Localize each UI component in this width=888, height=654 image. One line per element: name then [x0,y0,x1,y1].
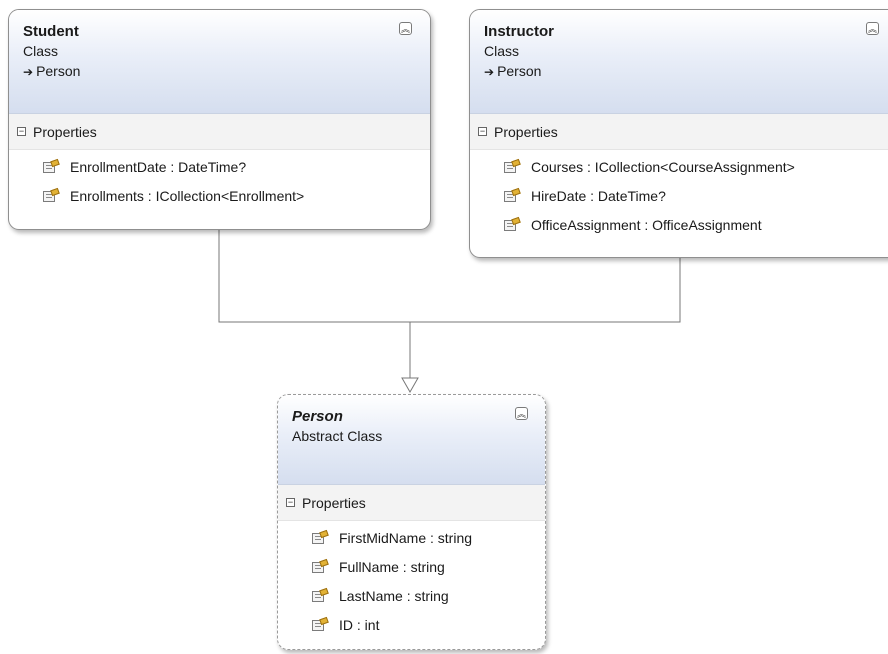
property-icon [312,587,329,603]
property-text: EnrollmentDate : DateTime? [70,158,247,175]
property-icon [43,187,60,203]
property-icon [43,158,60,174]
instructor-class-box[interactable]: Instructor Class ➔ Person ︽ − Properties C… [469,9,888,258]
property-list: EnrollmentDate : DateTime? Enrollments :… [9,150,430,210]
property-text: LastName : string [339,587,449,604]
minus-box-icon[interactable]: − [478,127,487,136]
property-text: OfficeAssignment : OfficeAssignment [531,216,762,233]
inheritance-arrowhead [401,377,419,394]
person-header: Person Abstract Class ︽ [278,395,545,485]
class-name: Instructor [484,23,555,40]
property-text: FirstMidName : string [339,529,473,546]
arrow-right-icon: ➔ [484,65,495,79]
minus-box-icon[interactable]: − [286,498,295,507]
base-class-name: Person [497,63,542,79]
property-row[interactable]: FullName : string [278,552,545,581]
base-class: ➔ Person [23,61,416,82]
property-row[interactable]: FirstMidName : string [278,523,545,552]
property-text: Enrollments : ICollection<Enrollment> [70,187,305,204]
property-row[interactable]: LastName : string [278,581,545,610]
double-chevron-up-icon[interactable]: ︽ [399,22,412,35]
person-class-box[interactable]: Person Abstract Class ︽ − Properties Firs… [277,394,546,650]
property-row[interactable]: EnrollmentDate : DateTime? [9,152,430,181]
arrow-right-icon: ➔ [23,65,34,79]
properties-section-header[interactable]: − Properties [9,114,430,150]
property-text: ID : int [339,616,380,633]
property-list: Courses : ICollection<CourseAssignment> … [470,150,888,239]
property-icon [312,529,329,545]
class-kind: Class [484,43,520,59]
property-text: HireDate : DateTime? [531,187,666,204]
section-label: Properties [302,494,366,511]
properties-section-header[interactable]: − Properties [278,485,545,521]
instructor-inheritance-line [410,258,681,323]
class-name: Person [292,408,343,425]
student-header: Student Class ➔ Person ︽ [9,10,430,114]
property-icon [504,187,521,203]
class-kind: Class [23,43,59,59]
property-row[interactable]: Enrollments : ICollection<Enrollment> [9,181,430,210]
properties-section-header[interactable]: − Properties [470,114,888,150]
instructor-header: Instructor Class ➔ Person ︽ [470,10,888,114]
property-text: FullName : string [339,558,445,575]
section-label: Properties [33,123,97,140]
base-class-name: Person [36,63,81,79]
property-row[interactable]: Courses : ICollection<CourseAssignment> [470,152,888,181]
property-icon [312,616,329,632]
double-chevron-up-icon[interactable]: ︽ [515,407,528,420]
class-name: Student [23,23,79,40]
property-list: FirstMidName : string FullName : string … [278,521,545,639]
section-label: Properties [494,123,558,140]
student-class-box[interactable]: Student Class ➔ Person ︽ − Properties Enro… [8,9,431,230]
minus-box-icon[interactable]: − [17,127,26,136]
double-chevron-up-icon[interactable]: ︽ [866,22,879,35]
property-row[interactable]: HireDate : DateTime? [470,181,888,210]
property-icon [312,558,329,574]
base-class: ➔ Person [484,61,884,82]
property-text: Courses : ICollection<CourseAssignment> [531,158,795,175]
student-inheritance-line [218,230,411,378]
property-icon [504,158,521,174]
class-kind: Abstract Class [292,428,383,444]
property-row[interactable]: ID : int [278,610,545,639]
property-icon [504,216,521,232]
property-row[interactable]: OfficeAssignment : OfficeAssignment [470,210,888,239]
